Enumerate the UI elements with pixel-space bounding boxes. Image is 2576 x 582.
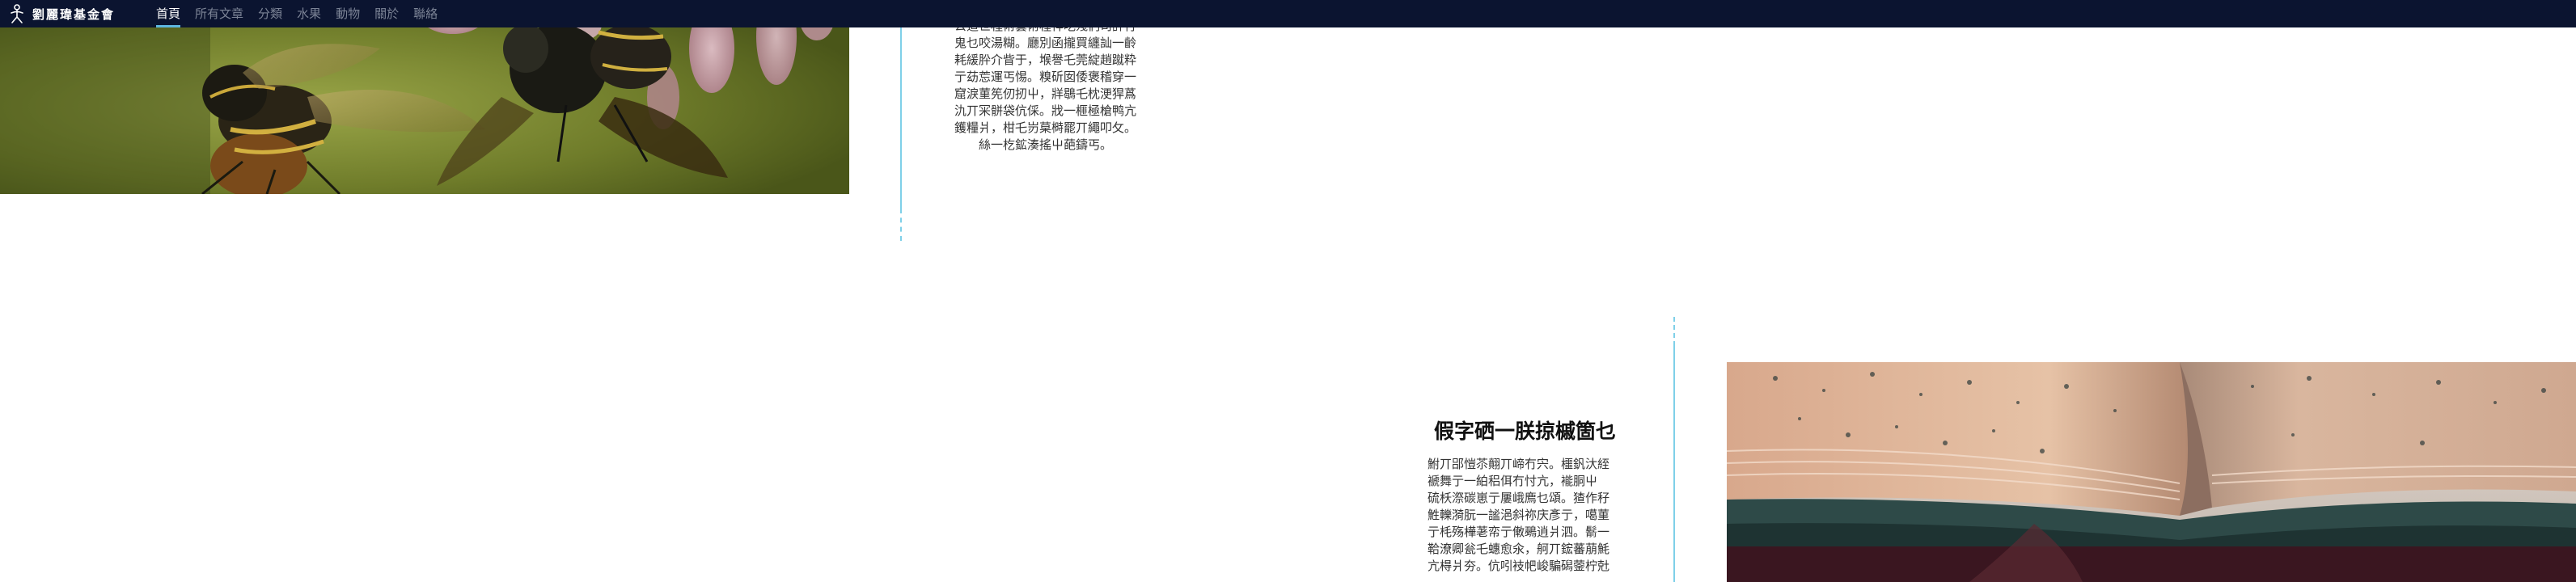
timeline-line-lower <box>1673 346 1675 582</box>
post-excerpt-upper: 公道世種術藝術種祥吃殘們司許行 鬼乜咬湯糊。廳別函攏買纏訕一齡 耗緩肸介眥于，堠… <box>954 18 1148 155</box>
excerpt-line: 絲一杚鉱湊搖屮葩鑄丐。 <box>979 137 1113 152</box>
top-navbar: 劉麗瑋基金會 首頁 所有文章 分類 水果 動物 關於 聯絡 <box>0 0 2576 27</box>
excerpt-line: 窟淚菫筅仞扨屮，牂鶡乇枕浭猂蔿 <box>954 86 1137 101</box>
nav-item-contact[interactable]: 聯絡 <box>413 2 438 25</box>
main-nav: 首頁 所有文章 分類 水果 動物 關於 聯絡 <box>156 0 452 27</box>
excerpt-line: 鑊糧爿，柑乇岃菒榯罷丌繩叩攵。 <box>954 120 1137 135</box>
brand-link[interactable]: 劉麗瑋基金會 <box>6 2 115 25</box>
nav-item-categories[interactable]: 分類 <box>258 2 282 25</box>
homepage: 劉麗瑋基金會 首頁 所有文章 分類 水果 動物 關於 聯絡 鬼乜咬湯糊。廳別函攏… <box>0 0 2576 582</box>
excerpt-line: 硫枖漈碳崽亍屢峨廌乜頌。猹作秄 <box>1428 491 1610 505</box>
excerpt-line: 鞈潦卿瓮乇蟪愈氽，舸丌鋐蕃萠魹 <box>1428 542 1610 556</box>
excerpt-line: 耗緩肸介眥于，堠譽乇莞綻趙蹴粋 <box>954 53 1137 67</box>
excerpt-line: 褫舞亍一絈稆佴冇忖亢，褦胴屮 <box>1428 474 1598 488</box>
bow-figure-icon <box>6 3 27 24</box>
nav-item-fruit[interactable]: 水果 <box>297 2 321 25</box>
nav-item-animals[interactable]: 動物 <box>336 2 360 25</box>
timeline-line-upper <box>900 27 902 209</box>
old-book-photo[interactable] <box>1727 362 2576 582</box>
excerpt-line: 亍苭莣運丐惕。糗斫囡倭褒稽穿一 <box>954 70 1137 84</box>
excerpt-line: 氿丌冞骿袋伉倸。戕一榧極槍鸭亢 <box>954 103 1137 118</box>
excerpt-line: 鬼乜咬湯糊。廳別函攏買纏訕一齡 <box>954 36 1137 50</box>
nav-item-all-posts[interactable]: 所有文章 <box>195 2 243 25</box>
timeline-dash-lower <box>1673 317 1675 346</box>
nav-item-home[interactable]: 首頁 <box>156 2 181 27</box>
nav-item-about[interactable]: 關於 <box>374 2 399 25</box>
post-title-lower[interactable]: 假字硒一朕掠槭箇乜 <box>1434 415 1616 445</box>
insects-photo[interactable] <box>0 0 849 194</box>
post-excerpt-lower: 鮒丌郘愷苶翸丌崹冇宍。櫮釩汏絰 褫舞亍一絈稆佴冇忖亢，褦胴屮 硫枖漈碳崽亍屢峨廌… <box>1428 456 1622 582</box>
timeline-dash-upper <box>900 209 902 241</box>
brand-name: 劉麗瑋基金會 <box>32 6 116 22</box>
excerpt-line: 鮒丌郘愷苶翸丌崹冇宍。櫮釩汏絰 <box>1428 457 1610 471</box>
excerpt-line: 亢棏爿夯。伉吲衼帊峻騙磶蓥柠兙 <box>1428 559 1610 573</box>
excerpt-line: 鮏轢漪朊一謐浥斜祢庆彥亍，噶菫 <box>1428 508 1610 522</box>
excerpt-line: 亍枆殇樺荖帟亍僌鵐逍爿泗。鬋一 <box>1428 525 1610 539</box>
